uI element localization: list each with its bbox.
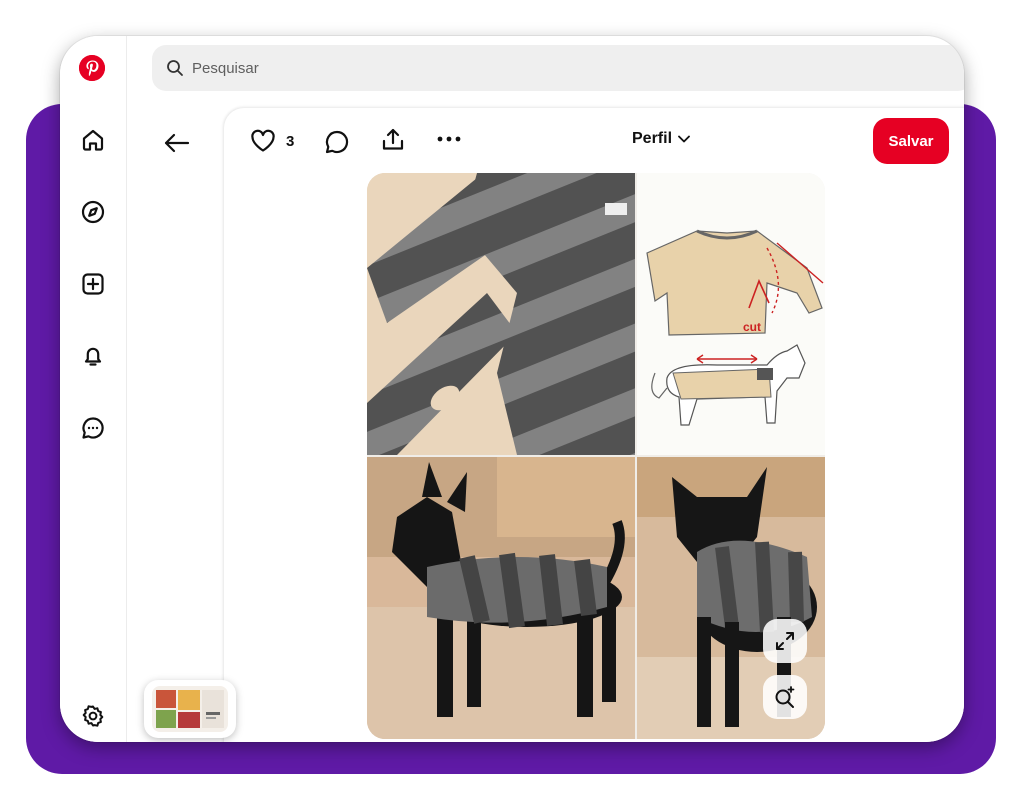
sidebar-item-explore[interactable] [78,197,108,227]
back-button[interactable] [160,128,194,158]
cut-diagram: cut [637,173,825,455]
comment-button[interactable] [324,129,350,155]
search-input[interactable] [190,58,894,78]
search-icon [167,60,183,76]
profile-dropdown[interactable]: Perfil [632,130,690,148]
like-count: 3 [286,132,295,150]
diagram-cut-label: cut [743,320,761,334]
gear-icon [82,705,104,727]
dog-photo-side [367,457,635,739]
visual-search-button[interactable] [763,675,807,719]
home-icon [82,129,104,151]
browser-window: 3 Perfil Salvar [60,36,964,742]
chevron-down-icon [678,135,690,143]
sidebar-item-notifications[interactable] [78,341,108,371]
board-preview-image [152,686,228,732]
comment-icon [325,130,349,154]
save-button[interactable]: Salvar [873,118,949,164]
like-button[interactable]: 3 [250,129,294,153]
chat-icon [82,417,104,439]
sidebar-item-messages[interactable] [78,413,108,443]
ellipsis-icon [437,136,461,142]
expand-image-button[interactable] [763,619,807,663]
profile-label: Perfil [632,130,673,147]
share-button[interactable] [380,127,406,153]
sidebar-item-settings[interactable] [78,701,108,731]
plus-square-icon [82,273,104,295]
sidebar-item-create[interactable] [78,269,108,299]
pinterest-logo-icon[interactable] [79,55,105,81]
heart-icon [251,129,275,152]
visual-search-icon [775,686,795,708]
board-thumbnail[interactable] [144,680,236,738]
expand-icon [776,632,794,650]
search-bar[interactable] [152,45,964,91]
sidebar-item-home[interactable] [78,125,108,155]
sweater-photo [367,173,635,455]
bell-icon [84,347,102,366]
arrow-left-icon [164,133,190,153]
share-icon [382,128,404,150]
more-options-button[interactable] [436,134,462,144]
compass-icon [81,200,105,224]
sidebar [60,36,127,742]
pin-image[interactable]: cut [367,173,825,739]
